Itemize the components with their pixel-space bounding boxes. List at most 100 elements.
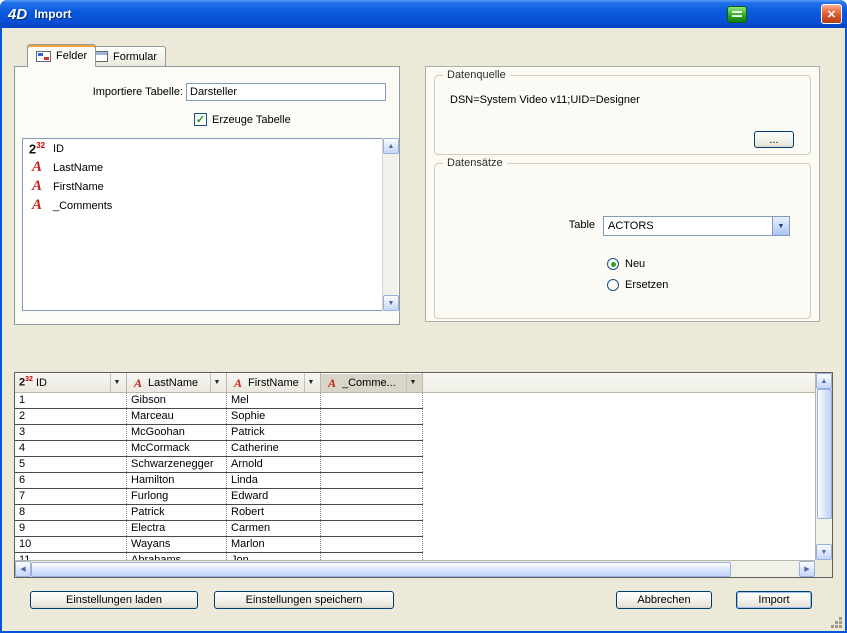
field-list-item[interactable]: A_Comments <box>23 196 397 215</box>
grid-cell[interactable]: McGoohan <box>127 425 227 440</box>
grid-cell[interactable] <box>321 457 423 472</box>
grid-row[interactable]: 3McGoohanPatrick <box>15 425 423 441</box>
grid-cell[interactable]: Marlon <box>227 537 321 552</box>
field-list-item[interactable]: AFirstName <box>23 177 397 196</box>
grid-row[interactable]: 4McCormackCatherine <box>15 441 423 457</box>
grid-cell[interactable]: Gibson <box>127 393 227 408</box>
grid-cell[interactable]: Hamilton <box>127 473 227 488</box>
titlebar[interactable]: 4D Import <box>0 0 847 28</box>
grid-row[interactable]: 11AbrahamsJon <box>15 553 423 560</box>
radio-neu[interactable]: Neu <box>607 258 645 270</box>
tab-felder[interactable]: Felder <box>27 44 96 67</box>
column-menu-arrow-icon[interactable] <box>210 373 223 392</box>
browse-button[interactable]: ... <box>754 131 794 148</box>
scroll-up-arrow-icon[interactable] <box>816 373 832 389</box>
grid-column-header[interactable]: AFirstName <box>227 373 321 393</box>
grid-cell[interactable] <box>321 505 423 520</box>
grid-cell[interactable]: McCormack <box>127 441 227 456</box>
grid-cell[interactable]: 8 <box>15 505 127 520</box>
grid-cell[interactable]: 4 <box>15 441 127 456</box>
grid-cell[interactable] <box>321 553 423 560</box>
scroll-left-arrow-icon[interactable] <box>15 561 31 577</box>
create-table-checkbox[interactable] <box>194 113 207 126</box>
grid-cell[interactable]: Jon <box>227 553 321 560</box>
scroll-down-arrow-icon[interactable] <box>383 295 399 311</box>
grid-row[interactable]: 10WayansMarlon <box>15 537 423 553</box>
grid-cell[interactable]: 10 <box>15 537 127 552</box>
chevron-down-icon[interactable] <box>772 217 789 235</box>
table-combobox[interactable]: ACTORS <box>603 216 790 236</box>
grid-horizontal-scrollbar[interactable] <box>15 560 815 577</box>
grid-cell[interactable]: Sophie <box>227 409 321 424</box>
field-list-item[interactable]: ALastName <box>23 158 397 177</box>
radio-selected-icon[interactable] <box>607 258 619 270</box>
grid-cell[interactable]: Arnold <box>227 457 321 472</box>
grid-cell[interactable]: 3 <box>15 425 127 440</box>
grid-cell[interactable]: 11 <box>15 553 127 560</box>
grid-row[interactable]: 9ElectraCarmen <box>15 521 423 537</box>
import-table-input[interactable] <box>186 83 386 101</box>
scroll-down-arrow-icon[interactable] <box>816 544 832 560</box>
grid-cell[interactable]: Catherine <box>227 441 321 456</box>
grid-row[interactable]: 8PatrickRobert <box>15 505 423 521</box>
grid-cell[interactable]: Marceau <box>127 409 227 424</box>
field-list-scrollbar[interactable] <box>382 138 398 311</box>
grid-cell[interactable] <box>321 521 423 536</box>
printer-icon[interactable] <box>727 6 747 23</box>
grid-column-header[interactable]: A_Comme... <box>321 373 423 393</box>
grid-cell[interactable]: 9 <box>15 521 127 536</box>
grid-cell[interactable]: Furlong <box>127 489 227 504</box>
grid-cell[interactable]: 2 <box>15 409 127 424</box>
grid-cell[interactable] <box>321 489 423 504</box>
grid-cell[interactable] <box>321 409 423 424</box>
grid-cell[interactable] <box>321 473 423 488</box>
grid-cell[interactable]: Abrahams <box>127 553 227 560</box>
grid-row[interactable]: 7FurlongEdward <box>15 489 423 505</box>
grid-row[interactable]: 2MarceauSophie <box>15 409 423 425</box>
radio-unselected-icon[interactable] <box>607 279 619 291</box>
scroll-track[interactable] <box>816 519 832 544</box>
resize-grip[interactable] <box>830 616 843 629</box>
grid-cell[interactable]: Linda <box>227 473 321 488</box>
radio-ersetzen[interactable]: Ersetzen <box>607 279 668 291</box>
grid-cell[interactable] <box>321 425 423 440</box>
grid-column-header[interactable]: ALastName <box>127 373 227 393</box>
grid-cell[interactable]: Robert <box>227 505 321 520</box>
grid-cell[interactable]: 1 <box>15 393 127 408</box>
column-menu-arrow-icon[interactable] <box>304 373 317 392</box>
load-settings-button[interactable]: Einstellungen laden <box>30 591 198 609</box>
tab-formular[interactable]: Formular <box>86 46 166 66</box>
scroll-track[interactable] <box>731 561 799 577</box>
grid-cell[interactable]: Carmen <box>227 521 321 536</box>
grid-cell[interactable]: 7 <box>15 489 127 504</box>
grid-row[interactable]: 5SchwarzeneggerArnold <box>15 457 423 473</box>
grid-cell[interactable]: Edward <box>227 489 321 504</box>
grid-cell[interactable]: Wayans <box>127 537 227 552</box>
grid-cell[interactable]: Schwarzenegger <box>127 457 227 472</box>
grid-cell[interactable] <box>321 393 423 408</box>
grid-cell[interactable] <box>321 537 423 552</box>
grid-cell[interactable]: Patrick <box>127 505 227 520</box>
field-list-item[interactable]: 232ID <box>23 139 397 158</box>
grid-column-header[interactable]: 232ID <box>15 373 127 393</box>
cancel-button[interactable]: Abbrechen <box>616 591 712 609</box>
grid-cell[interactable]: 6 <box>15 473 127 488</box>
column-menu-arrow-icon[interactable] <box>406 373 419 392</box>
grid-cell[interactable]: Electra <box>127 521 227 536</box>
grid-cell[interactable]: Patrick <box>227 425 321 440</box>
save-settings-button[interactable]: Einstellungen speichern <box>214 591 394 609</box>
field-list[interactable]: 232IDALastNameAFirstNameA_Comments <box>22 138 398 311</box>
grid-row[interactable]: 1GibsonMel <box>15 393 423 409</box>
column-menu-arrow-icon[interactable] <box>110 373 123 392</box>
grid-cell[interactable]: Mel <box>227 393 321 408</box>
close-button[interactable] <box>821 4 842 24</box>
grid-vertical-scrollbar[interactable] <box>815 373 832 560</box>
grid-cell[interactable]: 5 <box>15 457 127 472</box>
horizontal-scroll-thumb[interactable] <box>31 562 731 577</box>
grid-cell[interactable] <box>321 441 423 456</box>
scroll-right-arrow-icon[interactable] <box>799 561 815 577</box>
vertical-scroll-thumb[interactable] <box>817 389 832 519</box>
grid-row[interactable]: 6HamiltonLinda <box>15 473 423 489</box>
import-button[interactable]: Import <box>736 591 812 609</box>
scroll-up-arrow-icon[interactable] <box>383 138 399 154</box>
